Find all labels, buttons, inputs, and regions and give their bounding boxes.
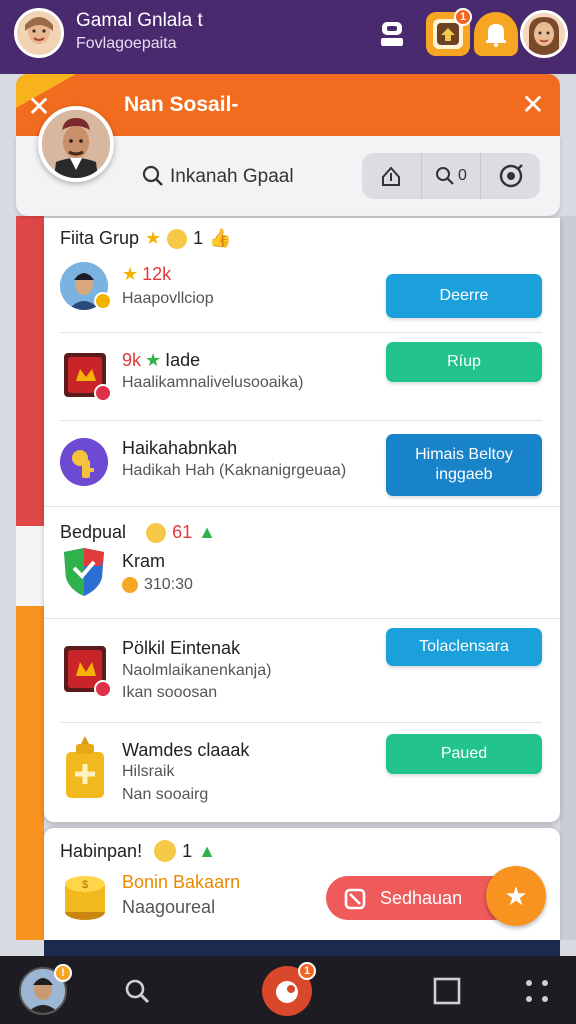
nav-badge: ! — [54, 964, 72, 982]
star-icon: ★ — [145, 228, 162, 248]
nav-search[interactable] — [112, 966, 162, 1016]
background-card-white — [16, 526, 44, 606]
link-icon — [344, 888, 366, 915]
nav-more[interactable] — [512, 966, 562, 1016]
row-title: Haikahabnkah — [122, 438, 238, 458]
star-icon: ★ — [504, 880, 528, 911]
pill-label: Sedhauan — [380, 887, 463, 908]
row-subtitle: Hilsraik — [122, 763, 175, 780]
coins-icon: $ — [62, 870, 110, 920]
divider — [60, 332, 542, 333]
inbox-icon[interactable] — [370, 12, 414, 56]
tree-icon: ▲ — [198, 840, 216, 861]
game-badge: 1 — [454, 8, 472, 26]
search-count-button[interactable]: 0 — [422, 153, 482, 199]
row-subtitle-2: Ikan sooosan — [122, 684, 218, 701]
row-subtitle: Haapovllciop — [122, 290, 214, 307]
section-title-group: Fiita Grup ★ 1 👍 — [60, 228, 232, 249]
divider — [60, 420, 542, 421]
app-title: Gamal Gnlala t — [76, 10, 203, 31]
thumb-icon: 👍 — [209, 228, 232, 248]
upload-icon[interactable] — [362, 153, 422, 199]
section-count: 1 — [182, 840, 193, 861]
row-subtitle: Hadikah Hah (Kaknanigrgeuaa) — [122, 462, 347, 479]
row-title: Kram — [122, 551, 166, 571]
card-title: Nan Sosail- — [124, 93, 239, 116]
action-button[interactable]: Ríup — [386, 342, 542, 382]
user-avatar[interactable] — [14, 8, 64, 58]
search-count: 0 — [458, 167, 467, 184]
background-card-bottom — [44, 940, 560, 956]
close-button[interactable]: ✕ — [518, 90, 548, 120]
svg-text:$: $ — [82, 879, 88, 891]
background-card-right — [560, 216, 576, 940]
clock-icon — [122, 577, 138, 593]
profile-avatar[interactable] — [38, 106, 114, 182]
row-title-prefix: 9k — [122, 350, 142, 370]
row-subtitle: Haalikamnalivelusooaika) — [122, 374, 304, 391]
section-title: Bedpual — [60, 522, 127, 542]
star-fab-button[interactable]: ★ — [486, 866, 546, 926]
row-title: Bonin Bakaarn — [122, 872, 241, 892]
toolbar-group: 0 — [362, 153, 540, 199]
row-title: 9k ★ Iade — [122, 350, 200, 371]
emoji-icon — [167, 228, 188, 249]
trophy-icon — [62, 736, 110, 798]
key-icon — [60, 438, 108, 486]
nav-square[interactable] — [422, 966, 472, 1016]
row-title-text: Iade — [165, 350, 201, 370]
shield-icon — [60, 546, 108, 596]
section-count: 1 — [193, 228, 204, 248]
action-button[interactable]: Deerre — [386, 274, 542, 318]
search-icon — [125, 979, 150, 1004]
star-icon: ★ — [145, 350, 162, 370]
bell-icon[interactable] — [474, 12, 518, 56]
divider — [44, 618, 560, 619]
section-title-group: Bedpual 61 ▲ — [60, 522, 216, 543]
alert-badge — [94, 384, 112, 402]
action-button[interactable]: Himais Beltoy inggaeb — [386, 434, 542, 496]
row-subtitle-group: 310:30 — [122, 576, 193, 594]
row-subtitle: Naagoureal — [122, 897, 216, 917]
section-title: Fiita Grup — [60, 228, 140, 248]
section-count: 61 — [172, 522, 193, 542]
tree-icon: ▲ — [198, 522, 216, 542]
row-title: ★ 12k — [122, 264, 171, 285]
emoji-icon — [154, 840, 177, 862]
row-title-text: 12k — [142, 264, 172, 284]
square-icon — [433, 977, 461, 1005]
row-title: Wamdes claaak — [122, 740, 250, 760]
row-subtitle-2: Nan sooairg — [122, 786, 209, 803]
search-input[interactable]: Inkanah Gpaal — [170, 166, 294, 188]
background-card-orange — [16, 606, 44, 940]
divider — [44, 506, 560, 507]
row-subtitle: Naolmlaikanenkanja) — [122, 662, 272, 679]
alert-badge — [94, 680, 112, 698]
app-subtitle: Fovlagoepaita — [76, 35, 177, 52]
nav-badge-center: 1 — [298, 962, 316, 980]
section-title: Habinpan! — [60, 840, 143, 861]
settings-icon[interactable] — [481, 153, 540, 199]
background-card-red — [16, 216, 44, 526]
emoji-icon — [146, 522, 167, 543]
action-button[interactable]: Tolaclensara — [386, 628, 542, 666]
verified-badge — [94, 292, 112, 310]
row-subtitle: 310:30 — [144, 576, 193, 593]
section-title-group: Habinpan! 1 ▲ — [60, 840, 216, 862]
action-button[interactable]: Paued — [386, 734, 542, 774]
star-icon: ★ — [122, 264, 139, 284]
search-icon — [142, 165, 164, 192]
friend-avatar[interactable] — [520, 10, 568, 58]
dots-grid-icon — [526, 980, 548, 1002]
divider — [60, 722, 542, 723]
row-title: Pölkil Eintenak — [122, 638, 241, 658]
